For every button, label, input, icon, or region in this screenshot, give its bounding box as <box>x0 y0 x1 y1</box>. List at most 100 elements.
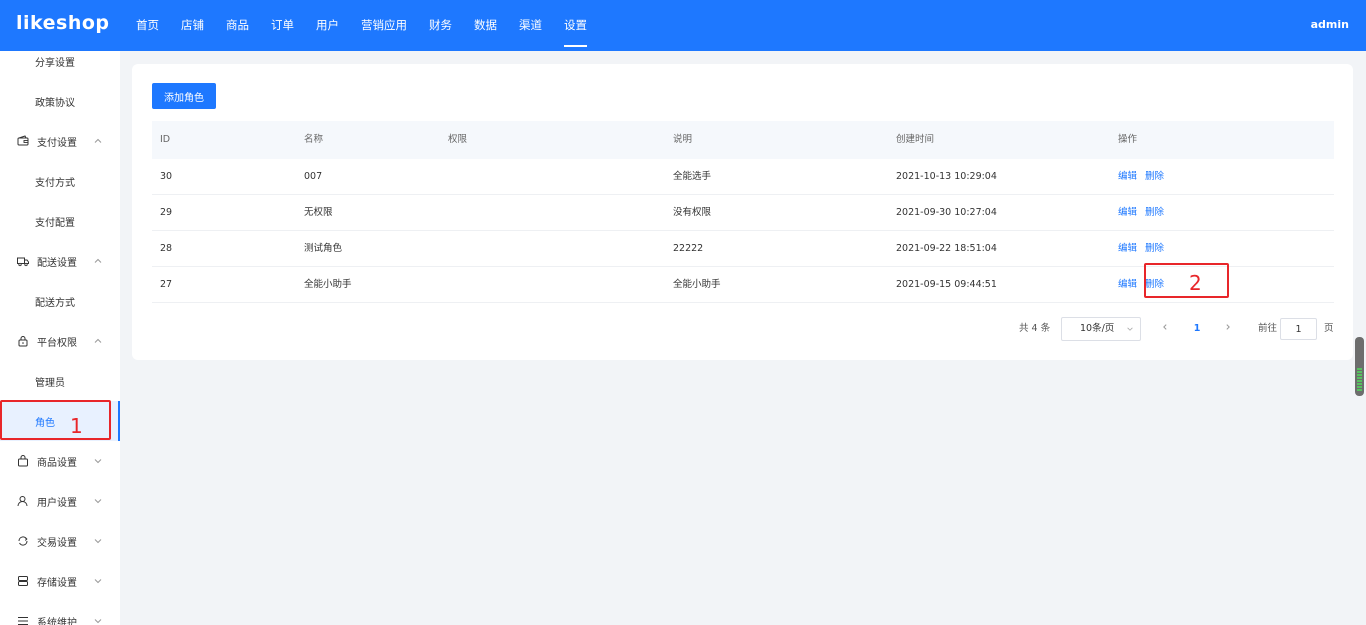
sidebar-item-label: 支付方式 <box>35 177 75 189</box>
chevron-down-icon <box>1127 327 1133 331</box>
nav-data[interactable]: 数据 <box>463 0 508 51</box>
cell-actions: 编辑 删除 <box>1118 195 1172 231</box>
sidebar-item-label: 用户设置 <box>37 497 77 509</box>
annotation-number-2: 2 <box>1189 271 1202 295</box>
logo[interactable]: likeshop <box>16 12 110 34</box>
sidebar-item-label: 配送方式 <box>35 297 75 309</box>
cell-id: 28 <box>160 243 173 254</box>
sidebar-group-system-maintenance[interactable]: 系统维护 <box>0 601 120 625</box>
sidebar-item-payment-methods[interactable]: 支付方式 <box>0 161 120 201</box>
sidebar-item-label: 商品设置 <box>37 457 77 469</box>
sidebar: 分享设置 政策协议 支付设置 支付方式 支付配置 配送设置 配送方式 平台权限 … <box>0 51 120 625</box>
edit-link[interactable]: 编辑 <box>1118 159 1137 195</box>
cell-description: 没有权限 <box>673 207 712 218</box>
sidebar-item-label: 管理员 <box>35 377 65 389</box>
nav-channels[interactable]: 渠道 <box>508 0 553 51</box>
cell-description: 全能小助手 <box>673 279 721 290</box>
chevron-up-icon <box>94 258 102 263</box>
sidebar-item-delivery-methods[interactable]: 配送方式 <box>0 281 120 321</box>
sidebar-item-label: 交易设置 <box>37 537 77 549</box>
next-page-button[interactable] <box>1221 317 1235 341</box>
delete-link[interactable]: 删除 <box>1145 195 1164 231</box>
sidebar-item-payment-config[interactable]: 支付配置 <box>0 201 120 241</box>
annotation-box-delete <box>1144 263 1229 298</box>
chevron-down-icon <box>94 459 102 464</box>
nav-marketing[interactable]: 营销应用 <box>350 0 418 51</box>
sidebar-item-label: 配送设置 <box>37 257 77 269</box>
cell-description: 22222 <box>673 243 704 254</box>
cell-description: 全能选手 <box>673 171 712 182</box>
cell-name: 007 <box>304 171 323 182</box>
nav-finance[interactable]: 财务 <box>418 0 463 51</box>
chevron-up-icon <box>94 138 102 143</box>
nav-orders[interactable]: 订单 <box>260 0 305 51</box>
cell-created-time: 2021-09-15 09:44:51 <box>896 279 997 290</box>
cell-actions: 编辑 删除 <box>1118 159 1172 195</box>
chevron-up-icon <box>94 338 102 343</box>
sidebar-group-trade-settings[interactable]: 交易设置 <box>0 521 120 561</box>
sidebar-item-policy[interactable]: 政策协议 <box>0 81 120 121</box>
edit-link[interactable]: 编辑 <box>1118 195 1137 231</box>
page-size-select[interactable]: 10条/页 <box>1061 317 1141 341</box>
delete-link[interactable]: 删除 <box>1145 231 1164 267</box>
column-header-name: 名称 <box>304 134 324 145</box>
nav-home[interactable]: 首页 <box>125 0 170 51</box>
table-row: 30 007 全能选手 2021-10-13 10:29:04 编辑 删除 <box>152 159 1334 195</box>
prev-page-button[interactable] <box>1158 317 1172 341</box>
chevron-down-icon <box>94 499 102 504</box>
column-header-permissions: 权限 <box>448 134 468 145</box>
nav-settings[interactable]: 设置 <box>553 0 598 51</box>
top-nav: 首页 店铺 商品 订单 用户 营销应用 财务 数据 渠道 设置 <box>125 0 598 51</box>
nav-store[interactable]: 店铺 <box>170 0 215 51</box>
sidebar-group-permissions[interactable]: 平台权限 <box>0 321 120 361</box>
wallet-icon <box>17 135 29 147</box>
sidebar-group-payment[interactable]: 支付设置 <box>0 121 120 161</box>
sidebar-item-label: 平台权限 <box>37 337 77 349</box>
scrollbar-grip <box>1357 368 1362 392</box>
sidebar-item-share-settings[interactable]: 分享设置 <box>0 51 120 81</box>
sidebar-group-storage-settings[interactable]: 存储设置 <box>0 561 120 601</box>
list-icon <box>17 615 29 625</box>
chevron-down-icon <box>94 539 102 544</box>
user-icon <box>17 495 29 507</box>
user-menu[interactable]: admin <box>1311 0 1349 50</box>
sidebar-item-label: 存储设置 <box>37 577 77 589</box>
sidebar-group-delivery[interactable]: 配送设置 <box>0 241 120 281</box>
sidebar-item-label: 支付设置 <box>37 137 77 149</box>
bag-icon <box>17 455 29 467</box>
goto-page-input[interactable] <box>1280 318 1317 340</box>
chevron-left-icon <box>1163 324 1167 330</box>
table-row: 28 测试角色 22222 2021-09-22 18:51:04 编辑 删除 <box>152 231 1334 267</box>
annotation-box-roles <box>0 400 111 440</box>
chevron-down-icon <box>94 579 102 584</box>
column-header-id: ID <box>160 134 171 145</box>
cell-created-time: 2021-10-13 10:29:04 <box>896 171 997 182</box>
cell-name: 测试角色 <box>304 243 343 254</box>
table-row: 29 无权限 没有权限 2021-09-30 10:27:04 编辑 删除 <box>152 195 1334 231</box>
chevron-down-icon <box>94 619 102 624</box>
sidebar-item-admins[interactable]: 管理员 <box>0 361 120 401</box>
cell-name: 无权限 <box>304 207 333 218</box>
edit-link[interactable]: 编辑 <box>1118 231 1137 267</box>
truck-icon <box>17 255 29 267</box>
page-number-current[interactable]: 1 <box>1190 317 1204 341</box>
sidebar-group-goods-settings[interactable]: 商品设置 <box>0 441 120 481</box>
nav-users[interactable]: 用户 <box>305 0 350 51</box>
exchange-icon <box>17 535 29 547</box>
cell-created-time: 2021-09-22 18:51:04 <box>896 243 997 254</box>
delete-link[interactable]: 删除 <box>1145 159 1164 195</box>
lock-icon <box>17 335 29 347</box>
cell-name: 全能小助手 <box>304 279 352 290</box>
page-size-value: 10条/页 <box>1080 323 1115 334</box>
add-role-button[interactable]: 添加角色 <box>152 83 216 109</box>
nav-goods[interactable]: 商品 <box>215 0 260 51</box>
edit-link[interactable]: 编辑 <box>1118 267 1137 303</box>
sidebar-item-label: 系统维护 <box>37 617 77 625</box>
roles-card: 添加角色 ID 名称 权限 说明 创建时间 操作 30 007 全能选手 202… <box>132 64 1353 360</box>
cell-actions: 编辑 删除 <box>1118 231 1172 267</box>
annotation-number-1: 1 <box>70 414 83 438</box>
sidebar-item-label: 分享设置 <box>35 57 75 69</box>
column-header-actions: 操作 <box>1118 134 1138 145</box>
sidebar-group-user-settings[interactable]: 用户设置 <box>0 481 120 521</box>
goto-unit: 页 <box>1324 323 1334 334</box>
